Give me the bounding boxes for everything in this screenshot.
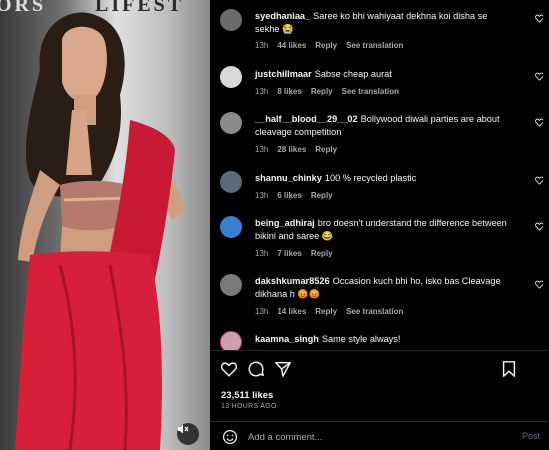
- mute-button[interactable]: [177, 423, 199, 445]
- reply-button[interactable]: Reply: [315, 145, 337, 154]
- see-translation-button[interactable]: See translation: [346, 307, 403, 316]
- comment-composer: Post: [210, 421, 549, 450]
- bookmark-icon[interactable]: [500, 360, 518, 378]
- comment-body: kaamna_singh Same style always!: [255, 333, 507, 346]
- comment-username[interactable]: kaamna_singh: [255, 334, 319, 344]
- reply-button[interactable]: Reply: [315, 41, 337, 50]
- comment-time: 13h: [255, 249, 269, 258]
- share-icon[interactable]: [274, 360, 292, 378]
- speaker-muted-icon: [178, 424, 189, 434]
- avatar[interactable]: [220, 112, 242, 134]
- reply-button[interactable]: Reply: [315, 307, 337, 316]
- comment-likes[interactable]: 44 likes: [277, 41, 306, 50]
- comment-username[interactable]: __half__blood__29__02: [255, 114, 358, 124]
- comment-body: __half__blood__29__02 Bollywood diwali pa…: [255, 113, 507, 139]
- avatar[interactable]: [220, 9, 242, 31]
- comment-input[interactable]: [248, 429, 508, 445]
- comment-body: dakshkumar8526 Occasion kuch bhi ho, isko…: [255, 275, 507, 301]
- reply-button[interactable]: Reply: [311, 249, 333, 258]
- comment-time: 13h: [255, 191, 269, 200]
- comment-time: 13h: [255, 307, 269, 316]
- avatar[interactable]: [220, 171, 242, 193]
- comment-likes[interactable]: 7 likes: [277, 249, 301, 258]
- reply-button[interactable]: Reply: [311, 87, 333, 96]
- comment-body: being_adhiraj bro doesn't understand the …: [255, 217, 507, 243]
- emoji-icon[interactable]: [222, 429, 238, 445]
- comment-body: justchillmaar Sabse cheap aurat: [255, 68, 507, 81]
- media-photo: [15, 12, 185, 450]
- comment-username[interactable]: syedhaniaa_: [255, 11, 310, 21]
- likes-count[interactable]: 23,511 likes: [221, 390, 273, 401]
- heart-icon[interactable]: [220, 360, 238, 378]
- post-actions: 23,511 likes 13 HOURS AGO: [210, 350, 549, 430]
- comment-body: syedhaniaa_ Saree ko bhi wahiyaat dekhna …: [255, 10, 507, 36]
- comment-body: shannu_chinky 100 % recycled plastic: [255, 172, 507, 185]
- comment-meta: 13h 28 likes Reply: [255, 145, 346, 154]
- comment-meta: 13h 7 likes Reply: [255, 249, 342, 258]
- comments-list[interactable]: syedhaniaa_ Saree ko bhi wahiyaat dekhna …: [210, 0, 549, 350]
- comment-username[interactable]: justchillmaar: [255, 69, 312, 79]
- comments-scrollbar[interactable]: [543, 0, 549, 350]
- comment-username[interactable]: being_adhiraj: [255, 218, 315, 228]
- comment-likes[interactable]: 28 likes: [277, 145, 306, 154]
- comment-meta: 13h 8 likes Reply See translation: [255, 87, 408, 96]
- comment-text: Same style always!: [321, 334, 401, 344]
- comment-meta: 13h 6 likes Reply: [255, 191, 342, 200]
- see-translation-button[interactable]: See translation: [342, 87, 399, 96]
- reply-button[interactable]: Reply: [311, 191, 333, 200]
- avatar[interactable]: [220, 66, 242, 88]
- comment-icon[interactable]: [247, 360, 265, 378]
- comment-time: 13h: [255, 41, 269, 50]
- avatar[interactable]: [220, 331, 242, 350]
- avatar[interactable]: [220, 274, 242, 296]
- comment-likes[interactable]: 14 likes: [277, 307, 306, 316]
- post-side-panel: syedhaniaa_ Saree ko bhi wahiyaat dekhna …: [210, 0, 549, 450]
- post-button[interactable]: Post: [522, 431, 540, 441]
- comment-time: 13h: [255, 87, 269, 96]
- comment-meta: 13h 44 likes Reply See translation: [255, 41, 412, 50]
- post-media[interactable]: ORS LIFEST: [0, 0, 210, 450]
- comment-time: 13h: [255, 145, 269, 154]
- avatar[interactable]: [220, 216, 242, 238]
- comment-text: Sabse cheap aurat: [314, 69, 392, 79]
- comment-likes[interactable]: 6 likes: [277, 191, 301, 200]
- comment-likes[interactable]: 8 likes: [277, 87, 301, 96]
- comment-username[interactable]: dakshkumar8526: [255, 276, 330, 286]
- see-translation-button[interactable]: See translation: [346, 41, 403, 50]
- comment-meta: 13h 14 likes Reply See translation: [255, 307, 412, 316]
- comment-username[interactable]: shannu_chinky: [255, 173, 322, 183]
- comment-text: 100 % recycled plastic: [324, 173, 417, 183]
- posted-time: 13 HOURS AGO: [221, 403, 277, 410]
